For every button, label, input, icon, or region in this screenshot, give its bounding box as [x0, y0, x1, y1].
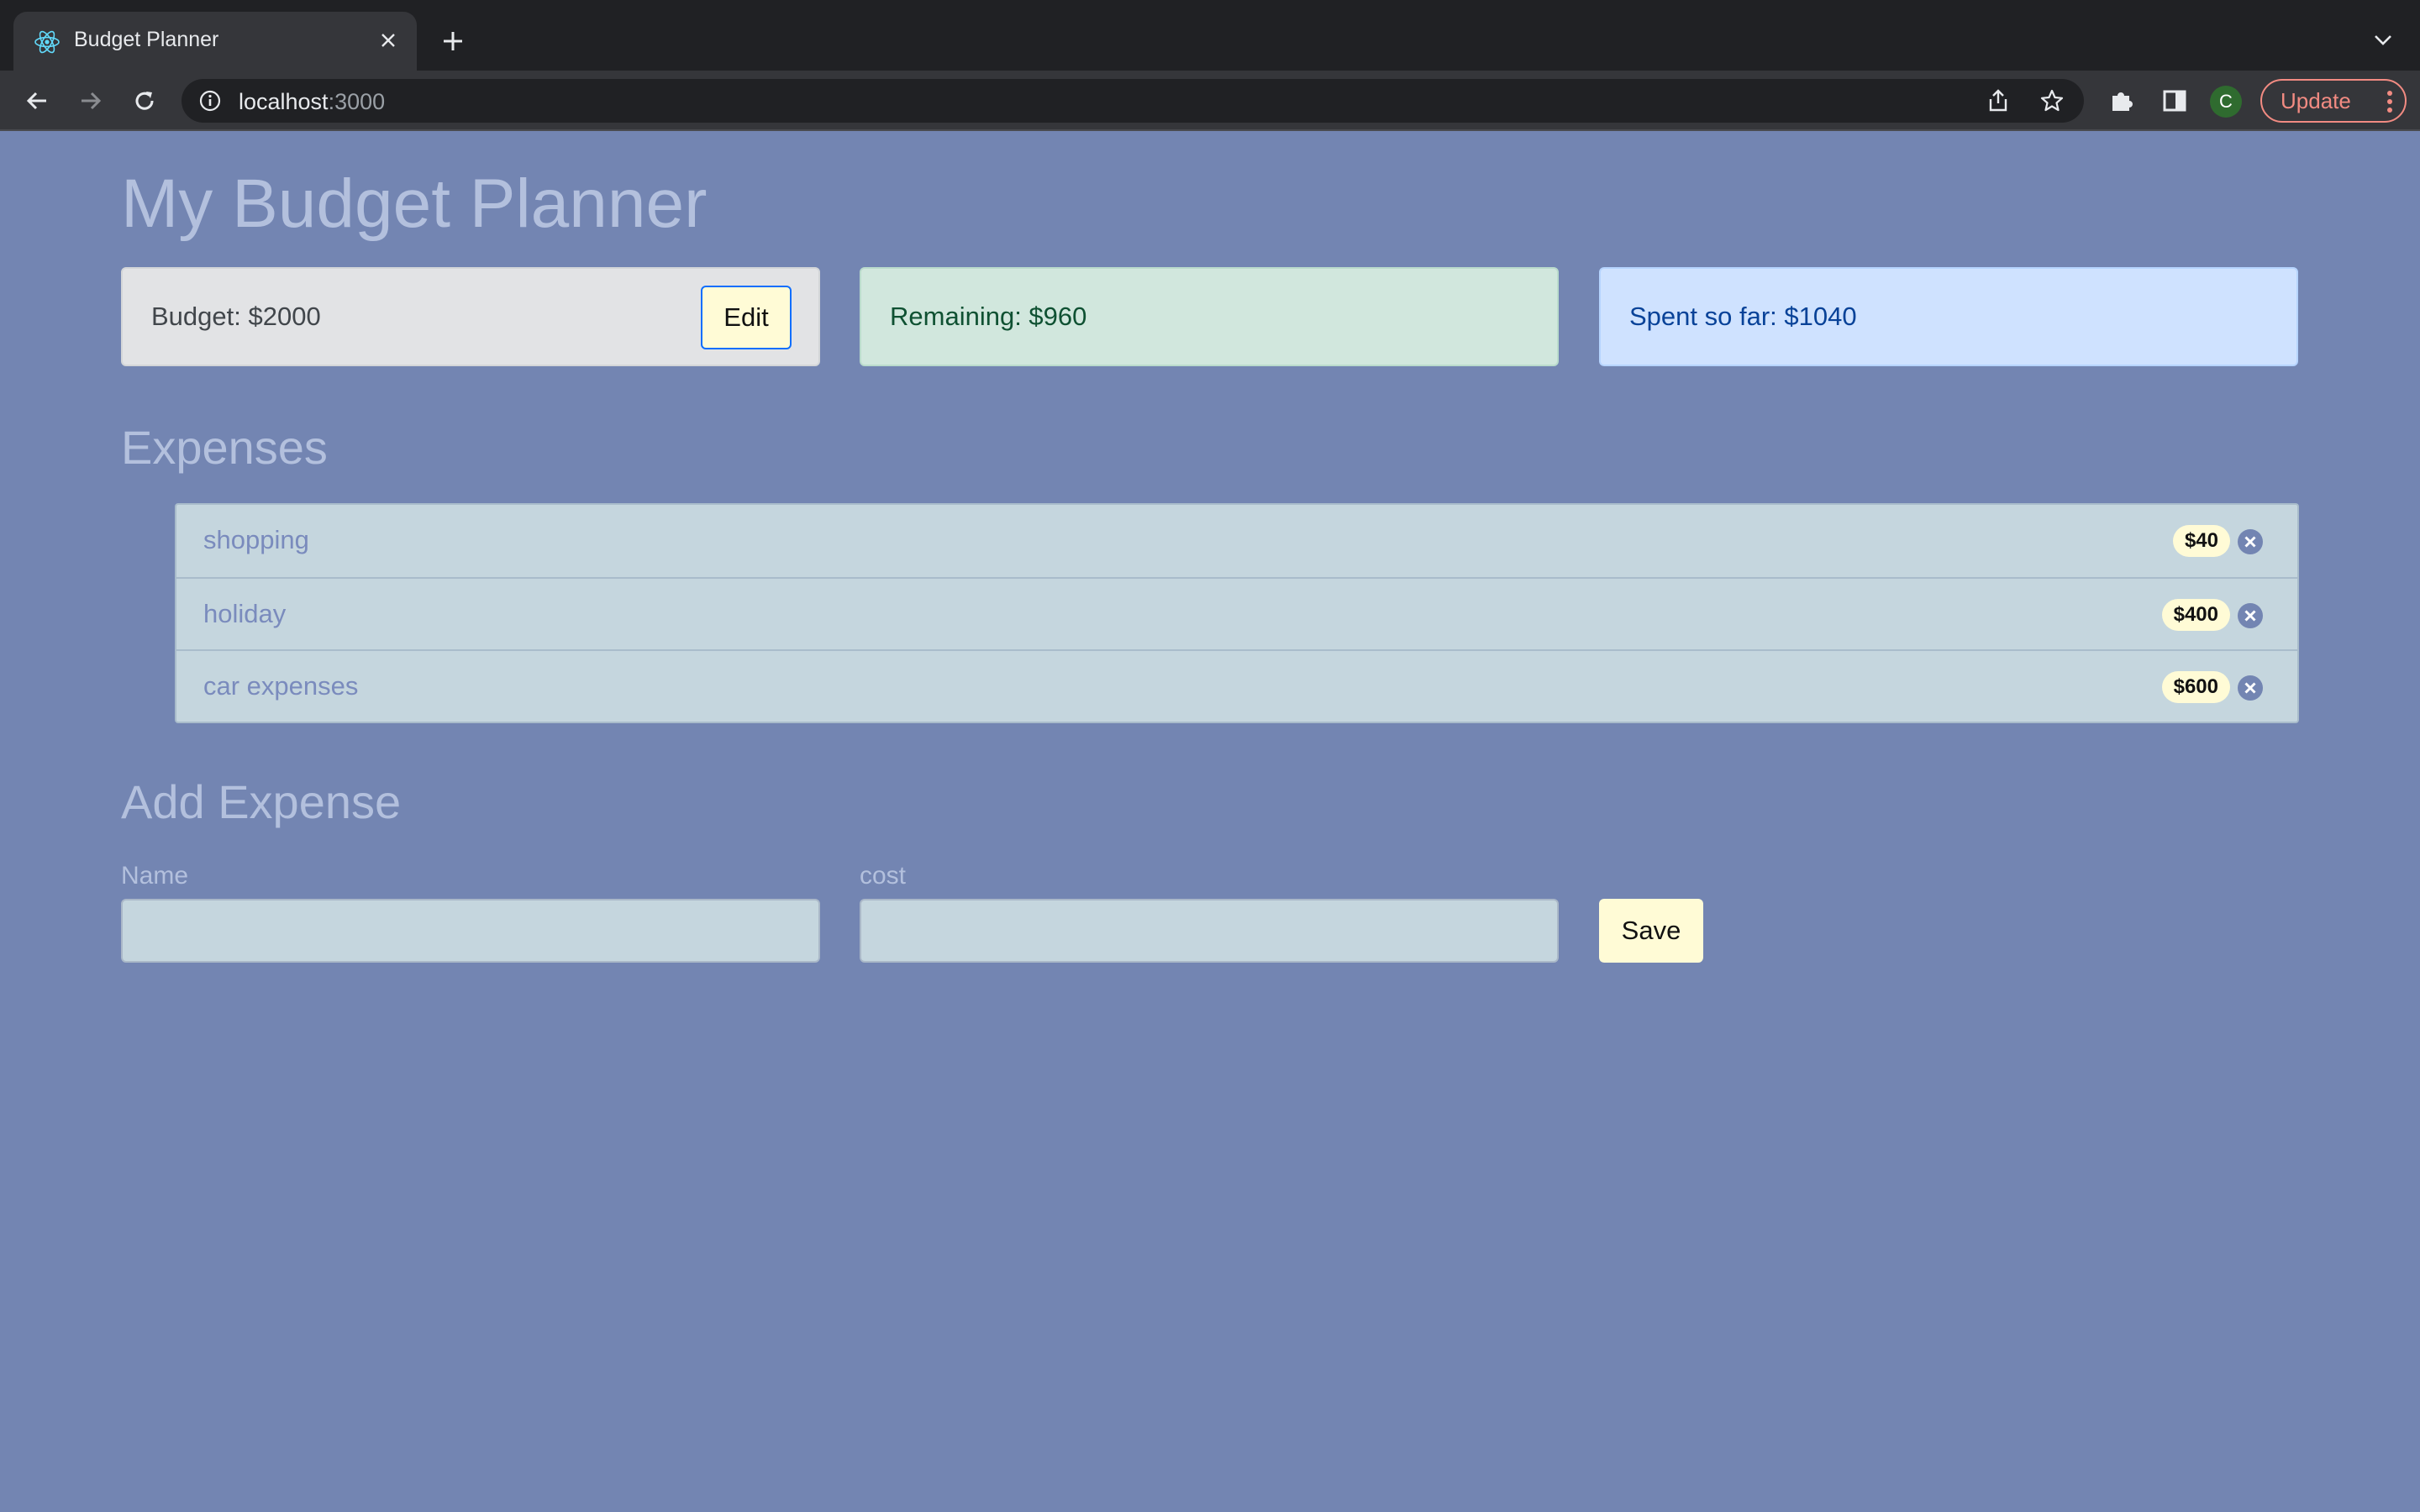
page-title: My Budget Planner: [121, 165, 708, 242]
spent-card: Spent so far: $1040: [1599, 267, 2298, 366]
url-text: localhost:3000: [239, 89, 385, 115]
expenses-heading: Expenses: [121, 421, 328, 474]
spent-text: Spent so far: $1040: [1629, 302, 1857, 331]
tab-title: Budget Planner: [74, 28, 219, 51]
side-panel-icon[interactable]: [2158, 84, 2191, 118]
more-menu-icon[interactable]: [2386, 89, 2393, 120]
expense-item: shopping $40: [176, 505, 2297, 577]
budget-text: Budget: $2000: [151, 302, 321, 331]
delete-expense-icon[interactable]: [2237, 528, 2264, 555]
forward-arrow-icon[interactable]: [71, 81, 111, 121]
extensions-puzzle-icon[interactable]: [2104, 84, 2138, 118]
profile-avatar[interactable]: C: [2210, 86, 2242, 118]
expense-cost-badge: $40: [2172, 525, 2230, 557]
cost-label: cost: [860, 862, 907, 890]
delete-expense-icon[interactable]: [2237, 602, 2264, 629]
expense-item: holiday $400: [176, 577, 2297, 649]
app-page: My Budget Planner Budget: $2000 Edit Rem…: [0, 131, 2420, 1512]
back-arrow-icon[interactable]: [17, 81, 57, 121]
browser-tabstrip: Budget Planner: [0, 0, 2420, 71]
tab-close-icon[interactable]: [371, 24, 405, 57]
tab-search-chevron-icon[interactable]: [2366, 24, 2400, 57]
address-bar[interactable]: localhost:3000: [182, 79, 2084, 123]
remaining-text: Remaining: $960: [890, 302, 1087, 331]
budget-card: Budget: $2000 Edit: [121, 267, 820, 366]
url-host: localhost: [239, 89, 329, 114]
expense-item: car expenses $600: [176, 649, 2297, 722]
react-logo-icon: [34, 29, 60, 55]
remaining-card: Remaining: $960: [860, 267, 1559, 366]
update-label: Update: [2281, 87, 2351, 113]
expense-cost-badge: $400: [2161, 599, 2230, 631]
expense-name: holiday: [203, 599, 287, 628]
browser-tab[interactable]: Budget Planner: [13, 12, 417, 71]
delete-expense-icon[interactable]: [2237, 675, 2264, 701]
expense-name: car expenses: [203, 671, 359, 701]
edit-budget-button[interactable]: Edit: [701, 286, 792, 349]
url-port: :3000: [328, 89, 386, 114]
save-button[interactable]: Save: [1599, 899, 1703, 963]
reload-icon[interactable]: [124, 81, 165, 121]
update-button[interactable]: Update: [2260, 79, 2407, 123]
expense-list: shopping $40 holiday $400 car expenses $…: [175, 503, 2299, 723]
share-icon[interactable]: [1985, 87, 2012, 114]
bookmark-star-icon[interactable]: [2039, 87, 2065, 114]
site-info-icon[interactable]: [198, 89, 222, 113]
new-tab-icon[interactable]: [434, 22, 472, 60]
name-label: Name: [121, 862, 189, 890]
expense-cost-badge: $600: [2161, 671, 2230, 703]
name-input[interactable]: [121, 899, 820, 963]
add-expense-heading: Add Expense: [121, 775, 402, 828]
cost-input[interactable]: [860, 899, 1559, 963]
expense-name: shopping: [203, 525, 309, 554]
browser-toolbar: localhost:3000 C Update: [0, 71, 2420, 131]
